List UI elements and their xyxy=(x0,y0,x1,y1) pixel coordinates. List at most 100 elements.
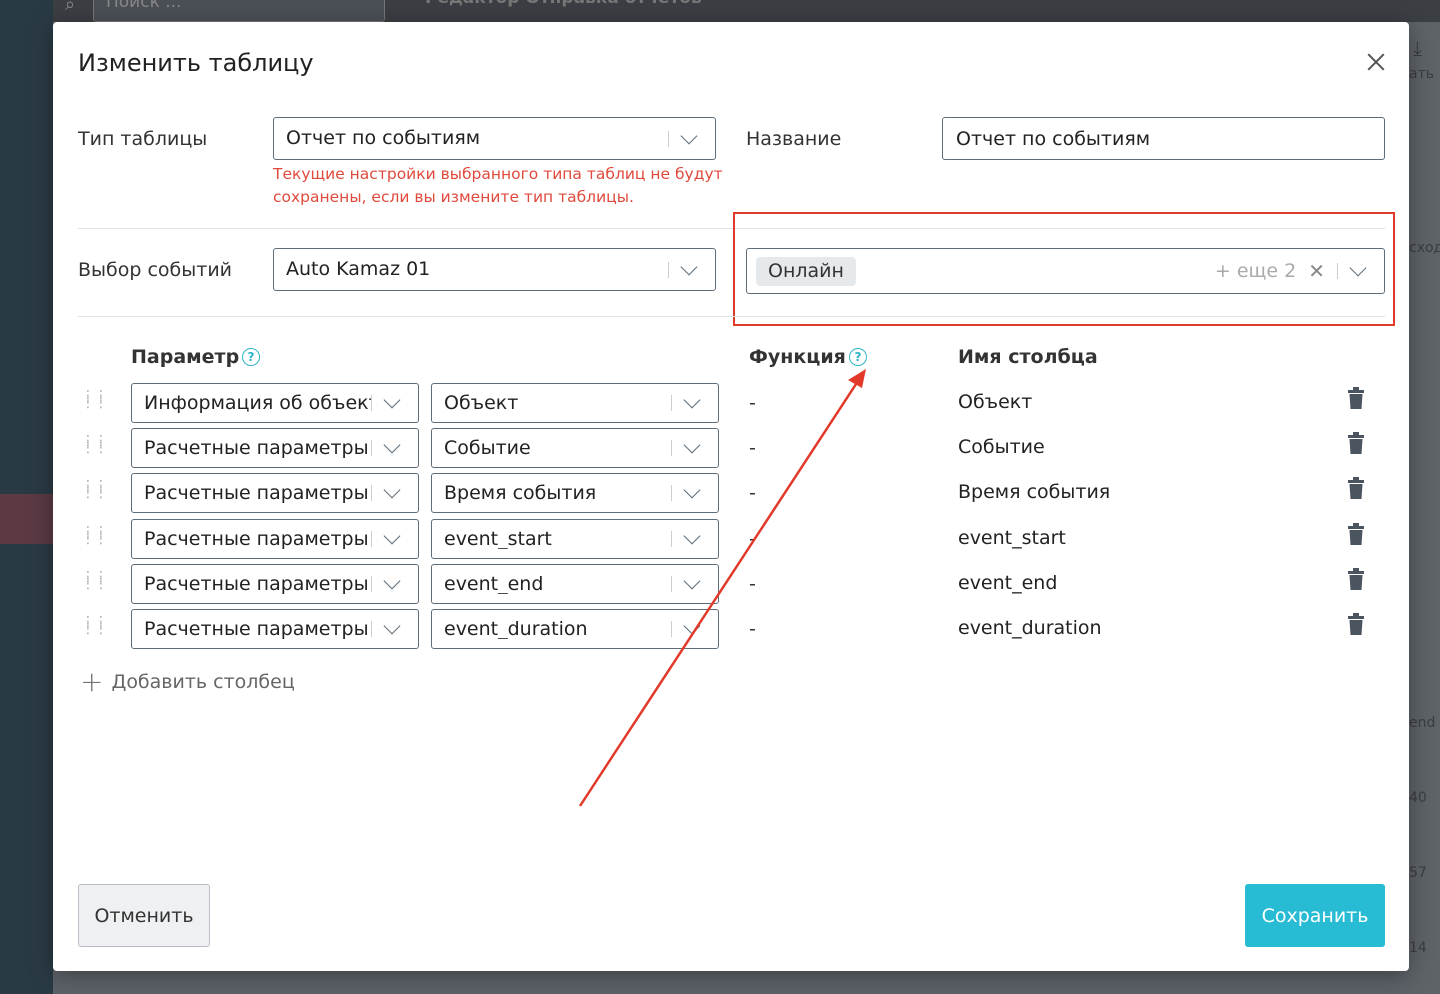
parameter-value: event_duration xyxy=(444,619,588,639)
help-icon[interactable]: ? xyxy=(242,348,260,366)
events-object-value: Auto Kamaz 01 xyxy=(286,260,431,279)
column-name[interactable]: Событие xyxy=(958,436,1045,458)
events-label: Выбор событий xyxy=(78,259,233,281)
parameter-select[interactable]: event_start xyxy=(431,519,719,559)
table-row: ⋮⋮ ⋮⋮ Расчетные параметры event_end - event_e… xyxy=(53,564,1409,604)
function-value[interactable]: - xyxy=(749,437,756,459)
parameter-value: Время события xyxy=(444,483,597,503)
chevron-down-icon xyxy=(683,572,701,590)
function-value[interactable]: - xyxy=(749,618,756,640)
select-separator xyxy=(371,440,372,456)
table-type-label: Тип таблицы xyxy=(78,128,208,150)
help-icon[interactable]: ? xyxy=(849,348,867,366)
cancel-button[interactable]: Отменить xyxy=(78,884,210,947)
parameter-select[interactable]: Время события xyxy=(431,473,719,513)
parameter-group-select[interactable]: Расчетные параметры xyxy=(131,473,419,513)
select-separator xyxy=(371,531,372,547)
chevron-down-icon xyxy=(383,527,401,545)
function-value[interactable]: - xyxy=(749,392,756,414)
chevron-down-icon xyxy=(683,617,701,635)
select-separator xyxy=(371,485,372,501)
background-download-label: ать xyxy=(1409,66,1434,82)
table-row: ⋮⋮ ⋮⋮ Расчетные параметры Время события - Вре… xyxy=(53,473,1409,513)
chevron-down-icon xyxy=(383,436,401,454)
chevron-down-icon xyxy=(680,258,698,275)
add-column-label: Добавить столбец xyxy=(111,671,295,693)
save-button[interactable]: Сохранить xyxy=(1245,884,1385,947)
table-type-warning: Текущие настройки выбранного типа таблиц… xyxy=(273,165,723,206)
column-name[interactable]: Время события xyxy=(958,481,1110,503)
chevron-down-icon xyxy=(683,481,701,499)
background-text: 14 xyxy=(1409,940,1427,956)
trash-icon[interactable] xyxy=(1348,523,1364,545)
select-separator xyxy=(671,621,672,637)
name-input[interactable]: Отчет по событиям xyxy=(942,117,1385,160)
parameter-group-value: Информация об объекте xyxy=(144,393,371,413)
annotation-highlight-box xyxy=(733,212,1395,326)
drag-handle-icon[interactable]: ⋮⋮ ⋮⋮ xyxy=(81,570,108,594)
column-name-header: Имя столбца xyxy=(958,346,1098,368)
background-search-input: Поиск ... xyxy=(93,0,385,22)
column-name[interactable]: event_end xyxy=(958,572,1057,594)
table-row: ⋮⋮ ⋮⋮ Расчетные параметры event_start - event… xyxy=(53,519,1409,559)
background-topbar: ⌕ Поиск ... Редактор Отправка отчетов xyxy=(53,0,1440,22)
function-value[interactable]: - xyxy=(749,482,756,504)
table-row: ⋮⋮ ⋮⋮ Расчетные параметры event_duration - ev… xyxy=(53,609,1409,649)
function-value[interactable]: - xyxy=(749,573,756,595)
select-separator xyxy=(371,621,372,637)
parameter-group-value: Расчетные параметры xyxy=(144,574,369,594)
edit-table-modal: Изменить таблицу Тип таблицы Отчет по со… xyxy=(53,22,1409,971)
table-type-value: Отчет по событиям xyxy=(286,129,481,148)
chevron-down-icon xyxy=(383,481,401,499)
chevron-down-icon xyxy=(680,127,698,144)
chevron-down-icon xyxy=(683,436,701,454)
trash-icon[interactable] xyxy=(1348,387,1364,409)
parameter-value: Событие xyxy=(444,438,531,458)
plus-icon: + xyxy=(80,665,104,698)
background-sidebar-active-item xyxy=(0,494,53,544)
parameter-group-select[interactable]: Расчетные параметры xyxy=(131,564,419,604)
chevron-down-icon xyxy=(383,617,401,635)
parameter-select[interactable]: event_duration xyxy=(431,609,719,649)
function-header: Функция xyxy=(749,346,846,368)
column-name[interactable]: Объект xyxy=(958,391,1032,413)
table-type-select[interactable]: Отчет по событиям xyxy=(273,117,716,160)
chevron-down-icon xyxy=(683,391,701,409)
divider xyxy=(78,316,1385,317)
parameter-group-value: Расчетные параметры xyxy=(144,619,369,639)
parameter-group-select[interactable]: Расчетные параметры xyxy=(131,609,419,649)
parameter-value: Объект xyxy=(444,393,519,413)
trash-icon[interactable] xyxy=(1348,613,1364,635)
parameter-select[interactable]: Событие xyxy=(431,428,719,468)
parameter-select[interactable]: Объект xyxy=(431,383,719,423)
close-icon[interactable] xyxy=(1362,49,1390,77)
trash-icon[interactable] xyxy=(1348,432,1364,454)
drag-handle-icon[interactable]: ⋮⋮ ⋮⋮ xyxy=(81,615,108,639)
add-column-button[interactable]: + Добавить столбец xyxy=(80,668,295,696)
drag-handle-icon[interactable]: ⋮⋮ ⋮⋮ xyxy=(81,389,108,413)
select-separator xyxy=(671,395,672,411)
function-value[interactable]: - xyxy=(749,528,756,550)
column-name[interactable]: event_start xyxy=(958,527,1066,549)
trash-icon[interactable] xyxy=(1348,477,1364,499)
chevron-down-icon xyxy=(383,391,401,409)
select-separator xyxy=(671,485,672,501)
drag-handle-icon[interactable]: ⋮⋮ ⋮⋮ xyxy=(81,479,108,503)
drag-handle-icon[interactable]: ⋮⋮ ⋮⋮ xyxy=(81,525,108,549)
events-object-select[interactable]: Auto Kamaz 01 xyxy=(273,248,716,291)
drag-handle-icon[interactable]: ⋮⋮ ⋮⋮ xyxy=(81,434,108,458)
parameter-group-select[interactable]: Расчетные параметры xyxy=(131,428,419,468)
select-separator xyxy=(671,531,672,547)
select-separator xyxy=(671,576,672,592)
parameter-select[interactable]: event_end xyxy=(431,564,719,604)
parameter-group-select[interactable]: Информация об объекте xyxy=(131,383,419,423)
background-text: 57 xyxy=(1409,865,1427,881)
parameter-group-select[interactable]: Расчетные параметры xyxy=(131,519,419,559)
trash-icon[interactable] xyxy=(1348,568,1364,590)
parameter-group-value: Расчетные параметры xyxy=(144,483,369,503)
select-separator xyxy=(371,395,372,411)
background-text: end xyxy=(1409,715,1436,731)
modal-title: Изменить таблицу xyxy=(78,49,314,77)
column-name[interactable]: event_duration xyxy=(958,617,1102,639)
select-separator xyxy=(668,261,669,278)
